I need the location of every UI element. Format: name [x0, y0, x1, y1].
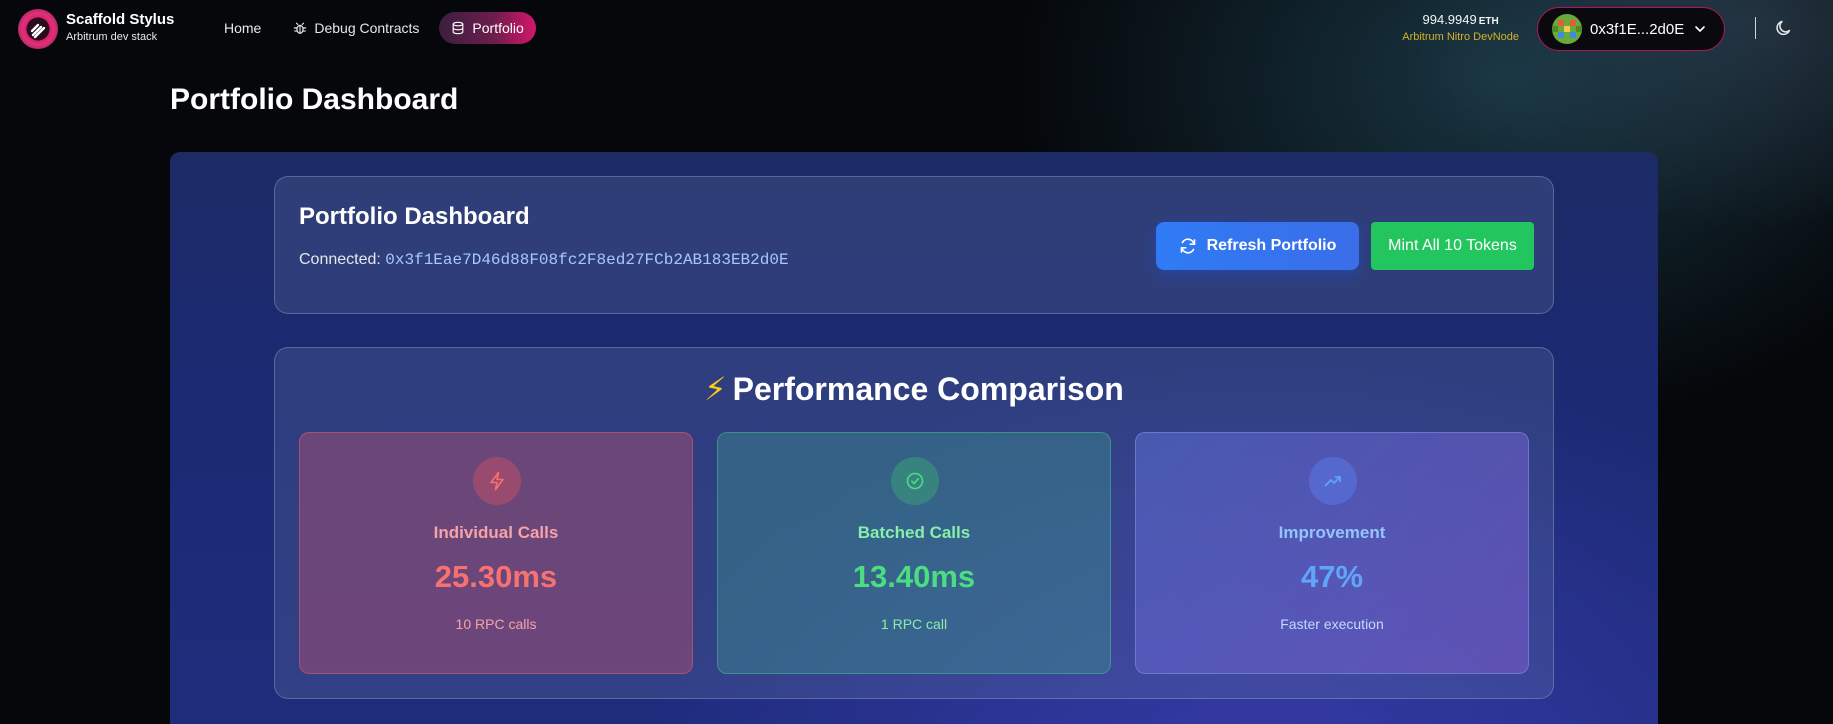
- nav-links: Home Debug Contracts Portfolio: [212, 12, 536, 44]
- moon-icon[interactable]: [1774, 18, 1794, 38]
- logo-mark: [30, 23, 46, 39]
- refresh-label: Refresh Portfolio: [1206, 237, 1337, 254]
- refresh-portfolio-button[interactable]: Refresh Portfolio: [1156, 222, 1359, 270]
- account-button[interactable]: 0x3f1E...2d0E: [1537, 7, 1725, 51]
- balance-value: 994.9949 ETH: [1402, 12, 1519, 30]
- connected-address[interactable]: 0x3f1Eae7D46d88F08fc2F8ed27FCb2AB183EB2d…: [385, 251, 788, 269]
- metric-note: 10 RPC calls: [455, 616, 537, 632]
- metric-improvement: Improvement 47% Faster execution: [1135, 432, 1529, 674]
- brand-title: Scaffold Stylus: [66, 11, 175, 28]
- metric-label: Batched Calls: [857, 523, 971, 542]
- performance-title: ⚡ Performance Comparison: [275, 370, 1553, 408]
- metric-value: 25.30ms: [434, 559, 558, 594]
- metric-note: Faster execution: [1280, 616, 1384, 632]
- metric-individual-calls: Individual Calls 25.30ms 10 RPC calls: [299, 432, 693, 674]
- network-name: Arbitrum Nitro DevNode: [1402, 31, 1519, 43]
- performance-title-text: Performance Comparison: [732, 371, 1124, 407]
- metric-icon-wrap: [891, 457, 939, 505]
- mint-all-tokens-button[interactable]: Mint All 10 Tokens: [1371, 222, 1534, 270]
- metric-value: 47%: [1300, 559, 1364, 594]
- scaffold-logo-icon[interactable]: [18, 9, 58, 49]
- nav-debug-contracts[interactable]: Debug Contracts: [281, 12, 431, 44]
- dashboard-panel: Portfolio Dashboard Connected: 0x3f1Eae7…: [170, 152, 1658, 724]
- trending-up-icon: [1324, 476, 1341, 487]
- connected-info: Connected: 0x3f1Eae7D46d88F08fc2F8ed27FC…: [299, 251, 789, 269]
- wallet-balance: 994.9949 ETH Arbitrum Nitro DevNode: [1402, 12, 1519, 45]
- nav-debug-contracts-label: Debug Contracts: [314, 20, 420, 36]
- lightning-icon: [490, 471, 504, 491]
- mint-label: Mint All 10 Tokens: [1388, 237, 1517, 254]
- navbar: Scaffold Stylus Arbitrum dev stack Home …: [0, 0, 1833, 56]
- metric-icon-wrap: [473, 457, 521, 505]
- account-address: 0x3f1E...2d0E: [1590, 20, 1685, 38]
- dashboard-title: Portfolio Dashboard: [299, 203, 530, 230]
- metric-icon-wrap: [1309, 457, 1357, 505]
- refresh-icon: [1180, 238, 1195, 254]
- brand[interactable]: Scaffold Stylus Arbitrum dev stack: [66, 11, 174, 44]
- metric-label: Individual Calls: [433, 523, 559, 542]
- connected-label: Connected:: [299, 251, 381, 268]
- chevron-down-icon: [1695, 26, 1706, 32]
- bug-icon: [294, 22, 307, 34]
- lightning-emoji-icon: ⚡: [704, 371, 727, 407]
- check-circle-icon: [906, 472, 924, 490]
- metric-value: 13.40ms: [852, 559, 976, 594]
- metric-label: Improvement: [1278, 523, 1386, 542]
- nav-home-label: Home: [224, 20, 262, 36]
- page-title: Portfolio Dashboard: [170, 83, 459, 116]
- nav-portfolio[interactable]: Portfolio: [439, 12, 536, 44]
- navbar-divider: [1755, 17, 1756, 39]
- performance-card: ⚡ Performance Comparison Individual Calls…: [274, 347, 1554, 699]
- nav-portfolio-label: Portfolio: [472, 20, 524, 36]
- metric-batched-calls: Batched Calls 13.40ms 1 RPC call: [717, 432, 1111, 674]
- nav-home[interactable]: Home: [212, 12, 273, 44]
- avatar: [1552, 14, 1582, 44]
- brand-subtitle: Arbitrum dev stack: [66, 31, 158, 43]
- balance-unit: ETH: [1478, 16, 1499, 27]
- metric-note: 1 RPC call: [880, 616, 948, 632]
- balance-amount: 994.9949: [1422, 12, 1477, 27]
- database-icon: [453, 21, 464, 35]
- portfolio-header-card: Portfolio Dashboard Connected: 0x3f1Eae7…: [274, 176, 1554, 314]
